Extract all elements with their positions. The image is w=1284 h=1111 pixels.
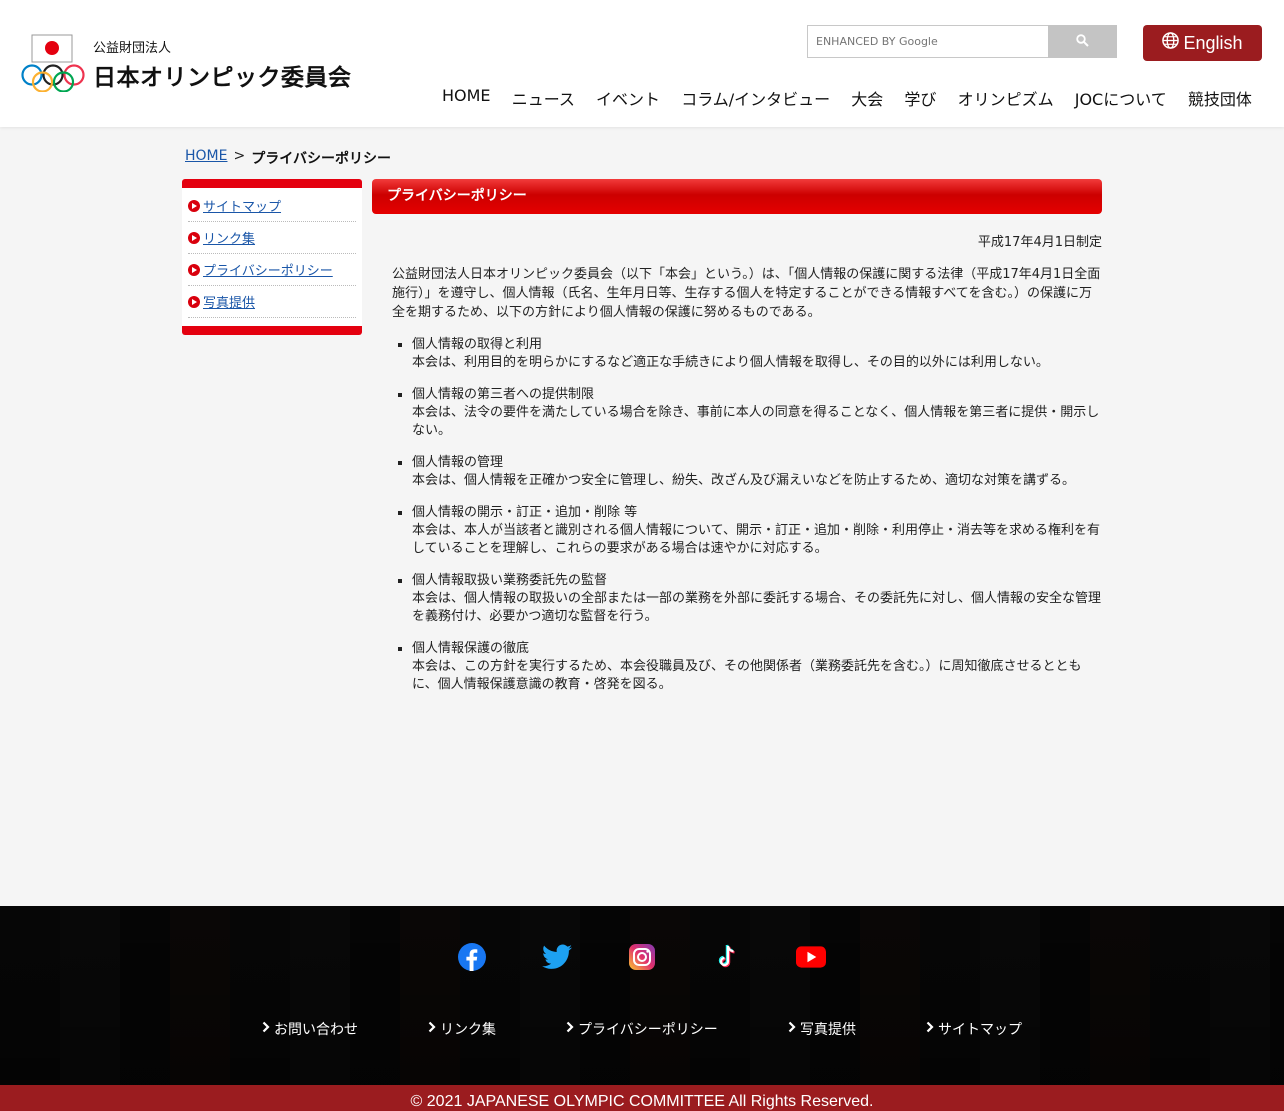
footer-link-label: リンク集 bbox=[440, 1022, 496, 1038]
sidebar-top-bar bbox=[182, 179, 362, 188]
play-circle-icon bbox=[188, 263, 200, 276]
chevron-right-icon bbox=[566, 1021, 574, 1037]
intro-paragraph: 公益財団法人日本オリンピック委員会（以下「本会」という。）は、「個人情報の保護に… bbox=[392, 267, 1101, 320]
breadcrumb-home-link[interactable]: HOME bbox=[185, 148, 227, 168]
footer-links: お問い合わせ リンク集 プライバシーポリシー 写真提供 サイトマップ bbox=[0, 1019, 1284, 1039]
play-circle-icon bbox=[188, 231, 200, 244]
social-links bbox=[0, 942, 1284, 972]
footer-link-privacy-policy[interactable]: プライバシーポリシー bbox=[566, 1019, 718, 1039]
footer-link-links[interactable]: リンク集 bbox=[428, 1019, 496, 1039]
policy-item-heading: 個人情報の開示・訂正・追加・削除 等 bbox=[412, 505, 638, 520]
sidebar: サイトマップ リンク集 プライバシーポリシー 写真提供 bbox=[182, 179, 362, 335]
policy-item: 個人情報の管理 本会は、個人情報を正確かつ安全に管理し、紛失、改ざん及び漏えいな… bbox=[412, 454, 1102, 490]
footer-link-photo-credits[interactable]: 写真提供 bbox=[788, 1019, 856, 1039]
sidebar-item-sitemap[interactable]: サイトマップ bbox=[188, 190, 356, 222]
tiktok-icon[interactable] bbox=[712, 942, 742, 972]
policy-item-heading: 個人情報の第三者への提供制限 bbox=[412, 387, 595, 402]
nav-home[interactable]: HOME bbox=[442, 86, 491, 108]
nav-learning[interactable]: 学び bbox=[904, 86, 936, 109]
site-header: 公益財団法人 日本オリンピック委員会 English HOME ニュース イベン… bbox=[0, 0, 1284, 127]
globe-icon bbox=[1162, 32, 1180, 54]
sidebar-item-label[interactable]: サイトマップ bbox=[203, 196, 281, 215]
policy-list: 個人情報の取得と利用 本会は、利用目的を明らかにするなど適正な手続きにより個人情… bbox=[372, 336, 1102, 694]
nav-games[interactable]: 大会 bbox=[851, 86, 883, 109]
nav-about-joc[interactable]: JOCについて bbox=[1075, 86, 1167, 109]
nav-olympism[interactable]: オリンピズム bbox=[958, 86, 1054, 109]
chevron-right-icon bbox=[428, 1021, 436, 1037]
page-title: プライバシーポリシー bbox=[372, 179, 1102, 214]
footer-link-label: 写真提供 bbox=[800, 1022, 856, 1038]
english-label: English bbox=[1183, 32, 1243, 53]
policy-item-body: 本会は、個人情報の取扱いの全部または一部の業務を外部に委託する場合、その委託先に… bbox=[412, 591, 1102, 624]
copyright-bar: © 2021 JAPANESE OLYMPIC COMMITTEE All Ri… bbox=[0, 1085, 1284, 1111]
main-content: プライバシーポリシー 平成17年4月1日制定 公益財団法人日本オリンピック委員会… bbox=[372, 179, 1102, 708]
breadcrumb-current: プライバシーポリシー bbox=[251, 151, 391, 167]
sidebar-menu: サイトマップ リンク集 プライバシーポリシー 写真提供 bbox=[182, 188, 362, 326]
policy-item-heading: 個人情報保護の徹底 bbox=[412, 641, 530, 656]
footer-link-label: お問い合わせ bbox=[274, 1022, 358, 1038]
search-field[interactable] bbox=[807, 25, 1048, 58]
policy-item-body: 本会は、この方針を実行するため、本会役職員及び、その他関係者（業務委託先を含む。… bbox=[412, 659, 1082, 692]
search-button[interactable] bbox=[1048, 25, 1117, 58]
policy-item-body: 本会は、利用目的を明らかにするなど適正な手続きにより個人情報を取得し、その目的以… bbox=[412, 355, 1049, 370]
policy-item-body: 本会は、本人が当該者と識別される個人情報について、開示・訂正・追加・削除・利用停… bbox=[412, 523, 1100, 556]
nav-events[interactable]: イベント bbox=[596, 86, 660, 109]
chevron-right-icon bbox=[788, 1021, 796, 1037]
nav-column-interview[interactable]: コラム/インタビュー bbox=[681, 86, 830, 109]
logo-subtitle: 公益財団法人 bbox=[93, 41, 172, 56]
policy-item-heading: 個人情報の取得と利用 bbox=[412, 337, 543, 352]
policy-item: 個人情報取扱い業務委託先の監督 本会は、個人情報の取扱いの全部または一部の業務を… bbox=[412, 572, 1102, 626]
sidebar-item-label[interactable]: リンク集 bbox=[203, 228, 255, 247]
footer-link-sitemap[interactable]: サイトマップ bbox=[926, 1019, 1022, 1039]
chevron-right-icon bbox=[262, 1021, 270, 1037]
footer-link-contact[interactable]: お問い合わせ bbox=[262, 1019, 358, 1039]
policy-item: 個人情報の開示・訂正・追加・削除 等 本会は、本人が当該者と識別される個人情報に… bbox=[412, 504, 1102, 558]
twitter-icon[interactable] bbox=[542, 942, 572, 972]
facebook-icon[interactable] bbox=[457, 942, 487, 972]
sidebar-item-photo-credits[interactable]: 写真提供 bbox=[188, 286, 356, 318]
chevron-right-icon bbox=[926, 1021, 934, 1037]
site-footer: お問い合わせ リンク集 プライバシーポリシー 写真提供 サイトマップ bbox=[0, 906, 1284, 1085]
search-input[interactable] bbox=[808, 26, 1044, 57]
breadcrumb: HOME > プライバシーポリシー bbox=[185, 148, 391, 168]
logo-title[interactable]: 日本オリンピック委員会 bbox=[93, 58, 352, 92]
youtube-icon[interactable] bbox=[796, 942, 826, 972]
breadcrumb-separator: > bbox=[233, 148, 246, 164]
global-nav: HOME ニュース イベント コラム/インタビュー 大会 学び オリンピズム J… bbox=[442, 86, 1252, 109]
policy-item-heading: 個人情報の管理 bbox=[412, 455, 504, 470]
policy-item: 個人情報の取得と利用 本会は、利用目的を明らかにするなど適正な手続きにより個人情… bbox=[412, 336, 1102, 372]
policy-item: 個人情報の第三者への提供制限 本会は、法令の要件を満たしている場合を除き、事前に… bbox=[412, 386, 1102, 440]
instagram-icon[interactable] bbox=[627, 942, 657, 972]
english-button[interactable]: English bbox=[1143, 25, 1262, 61]
nav-federations[interactable]: 競技団体 bbox=[1188, 86, 1252, 109]
sidebar-item-links[interactable]: リンク集 bbox=[188, 222, 356, 254]
sidebar-bottom-bar bbox=[182, 326, 362, 335]
sidebar-item-label[interactable]: プライバシーポリシー bbox=[203, 260, 333, 279]
footer-link-label: プライバシーポリシー bbox=[578, 1022, 718, 1038]
sidebar-item-label[interactable]: 写真提供 bbox=[203, 292, 255, 311]
joc-logo-icon[interactable] bbox=[20, 34, 86, 93]
play-circle-icon bbox=[188, 199, 200, 212]
play-circle-icon bbox=[188, 295, 200, 308]
footer-link-label: サイトマップ bbox=[938, 1022, 1022, 1038]
policy-item-body: 本会は、法令の要件を満たしている場合を除き、事前に本人の同意を得ることなく、個人… bbox=[412, 405, 1100, 438]
policy-item-body: 本会は、個人情報を正確かつ安全に管理し、紛失、改ざん及び漏えいなどを防止するため… bbox=[412, 473, 1076, 488]
enactment-date: 平成17年4月1日制定 bbox=[977, 235, 1102, 250]
policy-item-heading: 個人情報取扱い業務委託先の監督 bbox=[412, 573, 608, 588]
search-icon bbox=[1076, 32, 1089, 51]
nav-news[interactable]: ニュース bbox=[512, 86, 575, 109]
sidebar-item-privacy-policy[interactable]: プライバシーポリシー bbox=[188, 254, 356, 286]
policy-item: 個人情報保護の徹底 本会は、この方針を実行するため、本会役職員及び、その他関係者… bbox=[412, 640, 1102, 694]
